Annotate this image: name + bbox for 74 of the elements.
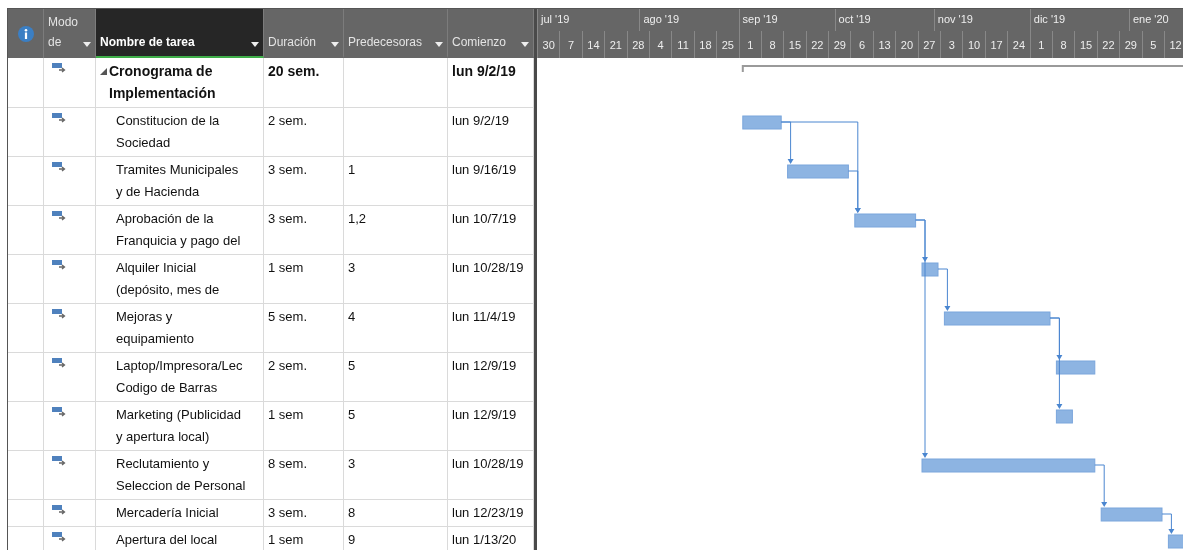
month-label: dic '19 [1029,9,1129,31]
duration-text: 1 sem [268,406,304,424]
task-mode-icon [52,407,66,417]
info-icon [17,25,34,42]
predecessors-text: 4 [348,308,356,326]
task-name: Reclutamiento y Seleccion de Personal [115,455,246,495]
task-bar [1167,534,1183,549]
predecessors-text: 3 [348,455,356,473]
duration-text: 1 sem [268,531,304,549]
duration-text: 3 sem. [268,210,307,228]
link-arrow [1094,464,1108,507]
month-label: oct '19 [834,9,934,31]
dropdown-arrow-icon[interactable] [251,42,259,47]
month-label: nov '19 [933,9,1030,31]
task-bar [1055,360,1096,375]
duration-text: 3 sem. [268,504,307,522]
link-arrow [937,268,951,311]
task-mode-icon [52,505,66,515]
task-mode-icon [52,309,66,319]
start-date: lun 9/16/19 [452,161,517,179]
task-mode-icon [52,260,66,270]
task-mode-icon [52,63,66,73]
task-mode-icon [52,456,66,466]
predecessors-text: 3 [348,259,356,277]
predecessors-text: 9 [348,531,356,549]
month-label: ene '20 [1128,9,1183,31]
link-arrow [1161,513,1175,534]
task-mode-icon [52,211,66,221]
task-name: Mercadería Inicial [115,504,219,522]
task-name: Constitucion de la Sociedad [115,112,220,152]
task-name: Laptop/Impresora/Lec Codigo de Barras [115,357,243,397]
task-mode-icon [52,113,66,123]
start-date: lun 10/28/19 [452,259,524,277]
task-bar [854,213,917,228]
month-label: ago '19 [639,9,739,31]
predecessors-text: 1,2 [348,210,367,228]
start-date: lun 12/23/19 [452,504,524,522]
task-name: Aprobación de la Franquicia y pago del [115,210,241,250]
duration-text: 3 sem. [268,161,307,179]
start-date: lun 11/4/19 [452,308,516,326]
duration-text: 20 sem. [268,62,320,81]
start-date: lun 12/9/19 [452,357,517,375]
task-name: Mejoras y equipamiento [115,308,195,348]
task-name: Alquiler Inicial (depósito, mes de [115,259,220,299]
start-date: lun 10/7/19 [452,210,517,228]
task-mode-icon [52,532,66,542]
column-header[interactable]: Nombre de tarea [96,9,264,58]
predecessors-text: 1 [348,161,356,179]
month-label: jul '19 [537,9,640,31]
duration-text: 1 sem [268,259,304,277]
task-name: Cronograma de Implementación [108,62,216,103]
predecessors-text: 8 [348,504,356,522]
duration-text: 5 sem. [268,308,307,326]
task-name: Apertura del local [115,531,218,549]
duration-text: 2 sem. [268,357,307,375]
predecessors-text: 5 [348,406,356,424]
start-date: lun 10/28/19 [452,455,524,473]
duration-text: 2 sem. [268,112,307,130]
task-bar [1100,507,1163,522]
task-name: Tramites Municipales y de Hacienda [115,161,239,201]
start-date: lun 9/2/19 [452,112,510,130]
start-date: lun 9/2/19 [452,62,516,81]
task-mode-icon [52,162,66,172]
month-label: sep '19 [738,9,835,31]
duration-text: 8 sem. [268,455,307,473]
task-bar [787,164,849,179]
task-name: Marketing (Publicidad y apertura local) [115,406,241,446]
task-bar [1055,409,1073,424]
start-date: lun 12/9/19 [452,406,517,424]
task-bar [742,115,782,130]
task-mode-icon [52,358,66,368]
predecessors-text: 5 [348,357,356,375]
start-date: lun 1/13/20 [452,531,517,549]
collapse-triangle-icon[interactable] [100,68,107,75]
